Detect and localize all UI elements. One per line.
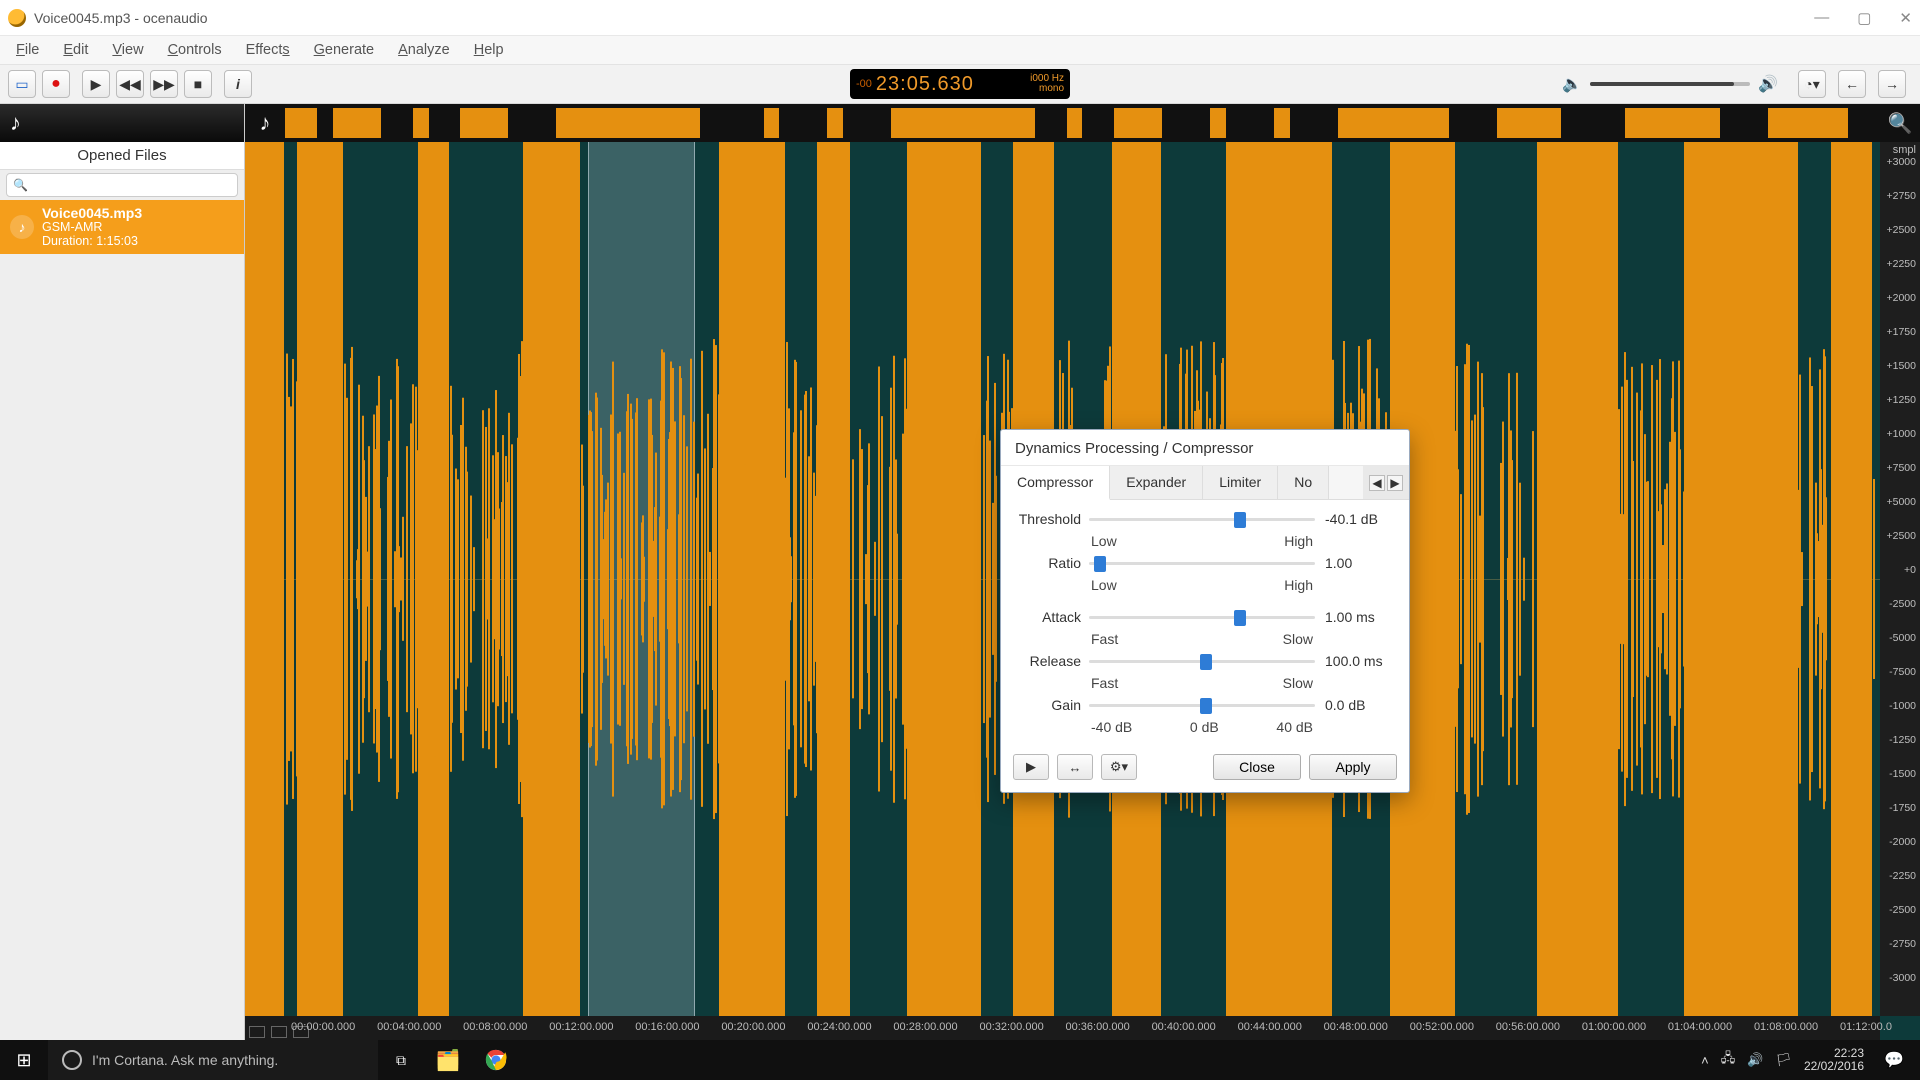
time-main: 23:05.630 [876,73,974,96]
tab-limiter[interactable]: Limiter [1203,466,1278,499]
toolbar: ▭ ● ▶ ◀◀ ▶▶ ■ i -00 23:05.630 i000 Hzmon… [0,64,1920,104]
forward-button[interactable]: ▶▶ [150,70,178,98]
tray-network-icon[interactable]: 🖧 [1721,1049,1736,1071]
threshold-slider[interactable] [1089,510,1315,528]
app-icon [8,9,26,27]
titlebar: Voice0045.mp3 - ocenaudio — ▢ ✕ [0,0,1920,36]
taskbar-explorer-icon[interactable]: 🗂️ [424,1040,472,1080]
tab-compressor[interactable]: Compressor [1001,466,1110,500]
menu-effects[interactable]: Effects [236,40,300,60]
sidebar-header: ♪ [0,104,244,142]
menu-file[interactable]: File [6,40,49,60]
amplitude-ruler: smpl +3000+2750+2500+2250+2000+1750+1500… [1880,142,1920,1016]
tab-expander[interactable]: Expander [1110,466,1203,499]
ratio-value: 1.00 [1315,555,1395,571]
waveform-panel[interactable]: ♪ 🔍 smpl +3000+2750+2500+2250+2000+1750+… [245,104,1920,1040]
tray-notifications-icon[interactable]: 💬 [1876,1050,1912,1070]
menu-generate[interactable]: Generate [304,40,384,60]
volume-low-icon: 🔈 [1562,74,1582,94]
time-side: i000 Hzmono [1030,74,1064,94]
menu-edit[interactable]: Edit [53,40,98,60]
tray-volume-icon[interactable]: 🔊 [1747,1052,1763,1068]
task-view-button[interactable]: ⧉ [378,1040,424,1080]
tray-clock[interactable]: 22:2322/02/2016 [1804,1047,1864,1073]
close-button[interactable]: ✕ [1899,9,1912,27]
minimize-button[interactable]: — [1814,9,1829,27]
stop-button[interactable]: ■ [184,70,212,98]
menubar: File Edit View Controls Effects Generate… [0,36,1920,64]
overview-note-icon: ♪ [245,104,285,142]
file-name: Voice0045.mp3 [42,206,142,220]
gain-slider[interactable] [1089,696,1315,714]
zoom-search-icon[interactable]: 🔍 [1880,104,1920,142]
threshold-value: -40.1 dB [1315,511,1395,527]
gain-label: Gain [1015,697,1089,713]
opened-file-item[interactable]: ♪ Voice0045.mp3 GSM-AMR Duration: 1:15:0… [0,200,244,254]
file-note-icon: ♪ [10,215,34,239]
nav-back-button[interactable]: ← [1838,70,1866,98]
volume-slider[interactable] [1590,82,1750,86]
attack-label: Attack [1015,609,1089,625]
menu-help[interactable]: Help [464,40,514,60]
view-single-icon[interactable] [249,1026,265,1038]
attack-slider[interactable] [1089,608,1315,626]
time-neg: -00 [856,78,872,90]
release-label: Release [1015,653,1089,669]
attack-value: 1.00 ms [1315,609,1395,625]
sidebar: ♪ Opened Files 🔍 ♪ Voice0045.mp3 GSM-AMR… [0,104,245,1040]
apply-dialog-button[interactable]: Apply [1309,754,1397,780]
cortana-placeholder: I'm Cortana. Ask me anything. [92,1052,278,1068]
search-icon: 🔍 [13,178,28,192]
view-split-icon[interactable] [271,1026,287,1038]
history-button[interactable]: ◔▾ [1798,70,1826,98]
cortana-icon [62,1050,82,1070]
overview-strip[interactable]: ♪ 🔍 [245,104,1920,142]
window-title: Voice0045.mp3 - ocenaudio [34,10,208,26]
gain-value: 0.0 dB [1315,697,1395,713]
info-button[interactable]: i [224,70,252,98]
volume-high-icon: 🔊 [1758,74,1778,94]
tab-scroll-left[interactable]: ◀ [1369,475,1385,491]
record-button[interactable]: ● [42,70,70,98]
compressor-dialog: Dynamics Processing / Compressor Compres… [1000,429,1410,793]
play-button[interactable]: ▶ [82,70,110,98]
file-duration: Duration: 1:15:03 [42,234,142,248]
file-codec: GSM-AMR [42,220,142,234]
tab-scroll-right[interactable]: ▶ [1387,475,1403,491]
time-ruler[interactable]: 00:00:00.00000:04:00.00000:08:00.00000:1… [245,1016,1880,1040]
taskbar-chrome-icon[interactable] [472,1040,520,1080]
sidebar-search[interactable]: 🔍 [6,173,238,197]
menu-controls[interactable]: Controls [158,40,232,60]
menu-analyze[interactable]: Analyze [388,40,460,60]
release-slider[interactable] [1089,652,1315,670]
dialog-title: Dynamics Processing / Compressor [1001,430,1409,466]
rewind-button[interactable]: ◀◀ [116,70,144,98]
tab-more[interactable]: No [1278,466,1329,499]
ratio-label: Ratio [1015,555,1089,571]
music-note-icon: ♪ [10,110,21,136]
release-value: 100.0 ms [1315,653,1395,669]
close-dialog-button[interactable]: Close [1213,754,1301,780]
cortana-search[interactable]: I'm Cortana. Ask me anything. [48,1040,378,1080]
taskbar: ⊞ I'm Cortana. Ask me anything. ⧉ 🗂️ ˄ 🖧… [0,1040,1920,1080]
preview-play-button[interactable]: ▶ [1013,754,1049,780]
ruler-unit: smpl [1893,144,1916,156]
tray-lang-icon[interactable]: 🏳 [1775,1052,1792,1068]
ratio-slider[interactable] [1089,554,1315,572]
sidebar-title: Opened Files [0,142,244,170]
start-button[interactable]: ⊞ [0,1040,48,1080]
preview-settings-button[interactable]: ⚙▾ [1101,754,1137,780]
time-display: -00 23:05.630 i000 Hzmono [850,69,1070,99]
volume-control[interactable]: 🔈 🔊 [1562,74,1778,94]
dialog-tabs: Compressor Expander Limiter No ◀ ▶ [1001,466,1409,500]
nav-fwd-button[interactable]: → [1878,70,1906,98]
maximize-button[interactable]: ▢ [1857,9,1871,27]
tray-chevron-icon[interactable]: ˄ [1701,1053,1709,1068]
menu-view[interactable]: View [102,40,153,60]
threshold-label: Threshold [1015,511,1089,527]
preview-loop-button[interactable]: ↔ [1057,754,1093,780]
select-all-button[interactable]: ▭ [8,70,36,98]
